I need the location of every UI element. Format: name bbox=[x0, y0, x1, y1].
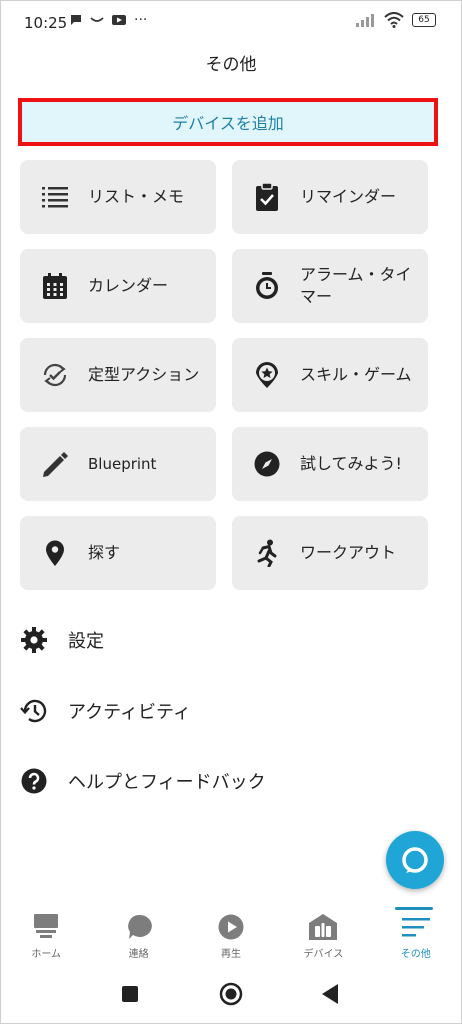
chat-bubble-icon bbox=[71, 15, 81, 25]
nav-more[interactable]: その他 bbox=[370, 905, 462, 965]
nav-devices[interactable]: デバイス bbox=[277, 905, 369, 965]
status-time: 10:25 bbox=[24, 14, 68, 32]
clipboard-check-icon bbox=[250, 180, 284, 214]
help-icon bbox=[20, 767, 48, 795]
tile-find[interactable]: 探す bbox=[20, 516, 216, 590]
play-icon bbox=[218, 911, 244, 943]
nav-play-label: 再生 bbox=[220, 949, 241, 960]
tile-label: ワークアウト bbox=[300, 543, 397, 562]
tile-calendar[interactable]: カレンダー bbox=[20, 249, 216, 323]
tile-label: スキル・ゲーム bbox=[300, 365, 412, 384]
activity-label: アクティビティ bbox=[68, 702, 191, 723]
add-device-label: デバイスを追加 bbox=[172, 114, 284, 133]
amazon-smile-icon bbox=[90, 17, 104, 22]
menu-icon bbox=[401, 911, 430, 943]
routine-icon bbox=[38, 358, 72, 392]
compass-icon bbox=[250, 447, 284, 481]
calendar-icon bbox=[38, 269, 72, 303]
history-icon bbox=[20, 697, 48, 725]
home-circle-icon[interactable] bbox=[219, 982, 243, 1006]
recents-icon[interactable] bbox=[122, 986, 138, 1002]
tile-label: 探す bbox=[88, 543, 121, 562]
wifi-icon bbox=[384, 12, 404, 28]
notification-icons: ··· bbox=[70, 12, 147, 28]
nav-contacts-label: 連絡 bbox=[128, 949, 149, 960]
devices-icon bbox=[309, 911, 338, 943]
more-notifications-icon: ··· bbox=[134, 12, 148, 28]
settings-row[interactable]: 設定 bbox=[20, 620, 104, 660]
settings-label: 設定 bbox=[68, 631, 104, 652]
tile-reminders[interactable]: リマインダー bbox=[232, 160, 428, 234]
tile-blueprint[interactable]: Blueprint bbox=[20, 427, 216, 501]
tile-list-memo[interactable]: リスト・メモ bbox=[20, 160, 216, 234]
system-status-icons: 65 bbox=[356, 12, 436, 28]
nav-more-label: その他 bbox=[400, 949, 431, 960]
list-icon bbox=[38, 180, 72, 214]
back-icon[interactable] bbox=[322, 984, 338, 1004]
youtube-icon bbox=[112, 15, 126, 25]
status-bar: 10:25 ··· 65 bbox=[0, 0, 462, 46]
location-pin-icon bbox=[38, 536, 72, 570]
tile-label: 試してみよう! bbox=[300, 454, 402, 473]
nav-devices-label: デバイス bbox=[303, 949, 344, 960]
nav-home-label: ホーム bbox=[31, 949, 62, 960]
system-nav-bar bbox=[0, 978, 462, 1012]
tile-label: Blueprint bbox=[88, 455, 157, 473]
tile-skills-games[interactable]: スキル・ゲーム bbox=[232, 338, 428, 412]
tile-label: 定型アクション bbox=[88, 365, 200, 384]
pen-icon bbox=[38, 447, 72, 481]
battery-indicator: 65 bbox=[412, 13, 436, 27]
tile-label: アラーム・タイマー bbox=[300, 265, 412, 306]
tile-workout[interactable]: ワークアウト bbox=[232, 516, 428, 590]
signal-icon bbox=[356, 14, 374, 27]
activity-row[interactable]: アクティビティ bbox=[20, 691, 191, 731]
nav-play[interactable]: 再生 bbox=[185, 905, 277, 965]
gear-icon bbox=[20, 626, 48, 654]
help-row[interactable]: ヘルプとフィードバック bbox=[20, 761, 266, 801]
nav-home[interactable]: ホーム bbox=[0, 905, 92, 965]
tile-alarm-timer[interactable]: アラーム・タイマー bbox=[232, 249, 428, 323]
alexa-button[interactable] bbox=[386, 831, 444, 889]
runner-icon bbox=[250, 536, 284, 570]
skill-icon bbox=[250, 358, 284, 392]
tile-label: カレンダー bbox=[88, 276, 169, 295]
add-device-button[interactable]: デバイスを追加 bbox=[18, 98, 438, 146]
tile-try-this[interactable]: 試してみよう! bbox=[232, 427, 428, 501]
tile-label: リスト・メモ bbox=[88, 187, 185, 206]
tile-label: リマインダー bbox=[300, 187, 397, 206]
bottom-nav: ホーム 連絡 再生 デバイス その他 bbox=[0, 905, 462, 965]
nav-contacts[interactable]: 連絡 bbox=[92, 905, 184, 965]
help-label: ヘルプとフィードバック bbox=[68, 772, 266, 793]
chat-icon bbox=[126, 911, 152, 943]
page-title: その他 bbox=[205, 55, 257, 75]
alexa-ring-icon bbox=[402, 847, 428, 873]
alarm-clock-icon bbox=[250, 269, 284, 303]
home-icon bbox=[32, 911, 60, 943]
tile-routines[interactable]: 定型アクション bbox=[20, 338, 216, 412]
